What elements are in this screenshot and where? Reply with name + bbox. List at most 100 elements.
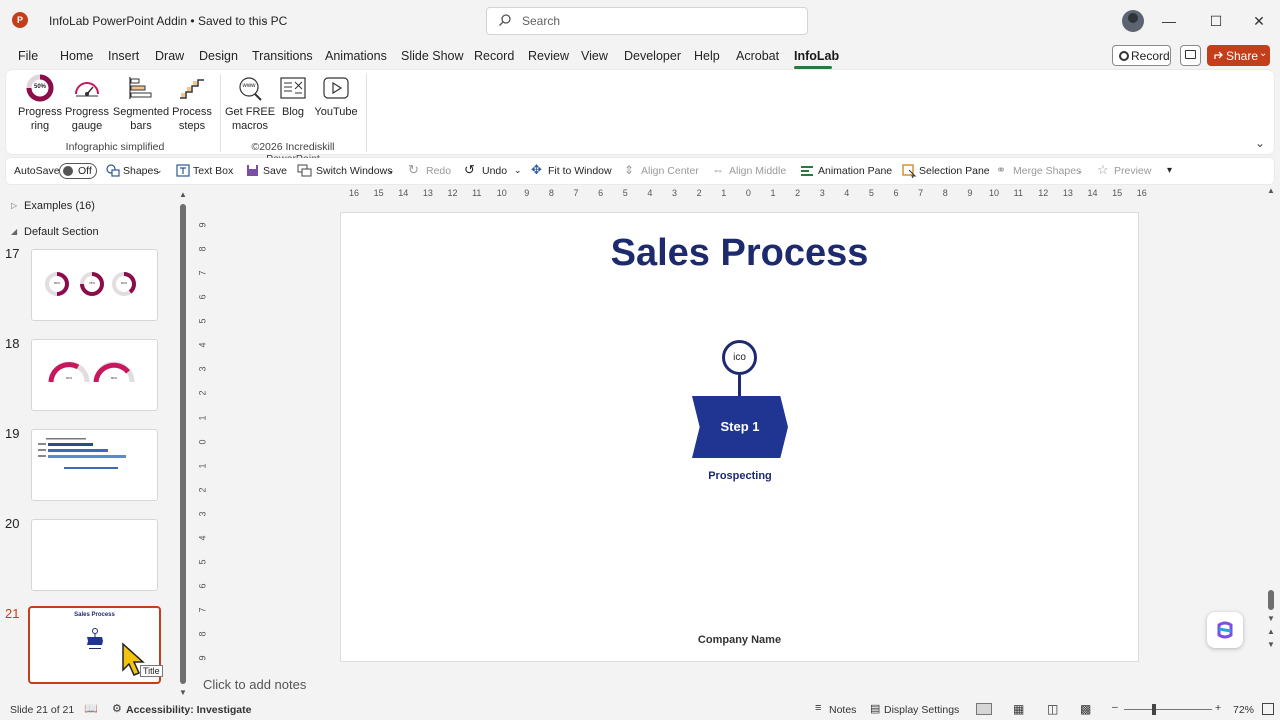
ribbon-collapse-chevron-icon[interactable]: ⌄	[1255, 136, 1265, 150]
step-icon-placeholder[interactable]: ico	[722, 340, 757, 375]
merge-shapes-chevron-icon[interactable]: ⌄	[1076, 165, 1084, 176]
canvas-scrollbar[interactable]	[1268, 590, 1274, 610]
step-description[interactable]: Prospecting	[680, 470, 800, 482]
tab-animations[interactable]: Animations	[325, 49, 387, 63]
zoom-out-icon[interactable]: –	[1112, 701, 1118, 713]
scroll-down-icon[interactable]: ▼	[179, 688, 187, 697]
thumbnail-scrollbar[interactable]	[180, 204, 186, 684]
tab-review[interactable]: Review	[528, 49, 569, 63]
scroll-up-icon[interactable]: ▲	[179, 190, 187, 199]
animation-pane-button[interactable]: Animation Pane	[818, 165, 892, 177]
canvas-scroll-up-icon[interactable]: ▲	[1267, 186, 1275, 195]
tab-home[interactable]: Home	[60, 49, 93, 63]
tab-design[interactable]: Design	[199, 49, 238, 63]
gauge-icon[interactable]	[73, 76, 101, 98]
undo-chevron-icon[interactable]: ⌄	[514, 165, 522, 176]
minimize-button[interactable]: —	[1160, 12, 1178, 30]
accessibility-status[interactable]: Accessibility: Investigate	[126, 704, 251, 716]
text-box-button[interactable]: Text Box	[193, 165, 233, 177]
notes-button[interactable]: Notes	[829, 704, 856, 716]
selection-pane-button[interactable]: Selection Pane	[919, 165, 990, 177]
tab-view[interactable]: View	[581, 49, 608, 63]
ruler-tick-label: 5	[868, 188, 874, 198]
youtube-button[interactable]: YouTube	[312, 105, 360, 119]
tab-infolab[interactable]: InfoLab	[794, 49, 839, 63]
ruler-tick-label: 14	[1087, 188, 1098, 198]
thumbnail-number: 19	[5, 426, 20, 441]
document-title[interactable]: InfoLab PowerPoint Addin • Saved to this…	[49, 14, 287, 28]
normal-view-icon[interactable]	[976, 703, 992, 715]
process-steps-button[interactable]: Process steps	[168, 105, 216, 133]
save-button[interactable]: Save	[263, 165, 287, 177]
maximize-button[interactable]: ☐	[1207, 12, 1225, 30]
get-free-macros-button[interactable]: Get FREE macros	[224, 105, 276, 133]
tab-slide-show[interactable]: Slide Show	[401, 49, 464, 63]
process-steps-icon[interactable]	[178, 76, 206, 100]
zoom-slider-thumb[interactable]	[1152, 704, 1156, 715]
merge-shapes-button[interactable]: Merge Shapes	[1013, 165, 1081, 177]
tab-file[interactable]: File	[18, 49, 38, 63]
ruler-tick-label: 15	[373, 188, 384, 198]
tab-developer[interactable]: Developer	[624, 49, 681, 63]
canvas-scroll-down-icon[interactable]: ▼ ▲ ▼	[1267, 612, 1275, 651]
slide-thumbnail-20[interactable]	[31, 519, 158, 591]
youtube-icon[interactable]	[323, 77, 349, 99]
segmented-bars-button[interactable]: Segmented bars	[112, 105, 170, 133]
thumbnail-number: 20	[5, 516, 20, 531]
thumbnail-gauge-label: 80%	[110, 376, 117, 380]
shapes-button[interactable]: Shapes	[123, 165, 159, 177]
search-icon	[499, 14, 511, 26]
share-chevron-icon[interactable]: ⌄	[1259, 48, 1267, 59]
spelling-icon[interactable]: 📖	[84, 702, 98, 715]
undo-button[interactable]: Undo	[482, 165, 507, 177]
align-center-button[interactable]: Align Center	[641, 165, 699, 177]
fit-to-window-button[interactable]: Fit to Window	[548, 165, 612, 177]
customize-toolbar-icon[interactable]: ▾	[1167, 165, 1172, 176]
slide-counter[interactable]: Slide 21 of 21	[10, 704, 74, 716]
tab-record[interactable]: Record	[474, 49, 514, 63]
redo-button[interactable]: Redo	[426, 165, 451, 177]
align-middle-button[interactable]: Align Middle	[729, 165, 786, 177]
slideshow-icon[interactable]: ▩	[1080, 702, 1091, 716]
ruler-tick-label: 5	[197, 559, 208, 565]
company-name[interactable]: Company Name	[340, 634, 1139, 646]
display-settings-button[interactable]: Display Settings	[884, 704, 959, 716]
progress-gauge-button[interactable]: Progress gauge	[62, 105, 112, 133]
section-expand-icon[interactable]: ▷	[11, 201, 17, 210]
tab-insert[interactable]: Insert	[108, 49, 139, 63]
tab-help[interactable]: Help	[694, 49, 720, 63]
reading-view-icon[interactable]: ◫	[1047, 702, 1058, 716]
preview-button[interactable]: Preview	[1114, 165, 1151, 177]
ruler-tick-label: 8	[548, 188, 554, 198]
notes-placeholder[interactable]: Click to add notes	[203, 677, 306, 692]
close-button[interactable]: ✕	[1250, 12, 1268, 30]
tab-acrobat[interactable]: Acrobat	[736, 49, 779, 63]
blog-button[interactable]: Blog	[276, 105, 310, 119]
blog-icon[interactable]	[280, 77, 306, 99]
tab-transitions[interactable]: Transitions	[252, 49, 313, 63]
search-input[interactable]: Search	[522, 14, 560, 28]
record-icon	[1119, 51, 1129, 61]
zoom-in-icon[interactable]: +	[1215, 702, 1221, 714]
ruler-tick-label: 11	[1013, 188, 1023, 198]
section-examples[interactable]: Examples (16)	[24, 200, 95, 212]
tab-draw[interactable]: Draw	[155, 49, 184, 63]
switch-windows-chevron-icon[interactable]: ⌄	[387, 165, 395, 176]
switch-windows-button[interactable]: Switch Windows	[316, 165, 392, 177]
step-label[interactable]: Step 1	[692, 419, 788, 434]
section-default[interactable]: Default Section	[24, 226, 99, 238]
zoom-level[interactable]: 72%	[1233, 704, 1254, 716]
slide-title[interactable]: Sales Process	[340, 232, 1139, 275]
segmented-bars-icon[interactable]	[128, 76, 154, 100]
progress-ring-button[interactable]: Progress ring	[15, 105, 65, 133]
avatar[interactable]	[1122, 10, 1144, 32]
ruler-tick-label: 1	[197, 414, 208, 421]
fit-slide-icon[interactable]	[1262, 703, 1274, 715]
www-icon[interactable]	[236, 76, 264, 102]
ruler-tick-label: 4	[197, 342, 208, 348]
shapes-chevron-icon[interactable]: ⌄	[155, 165, 163, 176]
slide-sorter-icon[interactable]: ▦	[1013, 702, 1024, 716]
section-collapse-icon[interactable]: ◢	[11, 227, 17, 236]
zoom-slider[interactable]	[1124, 709, 1212, 710]
chevron-down-icon[interactable]: ⌄	[260, 13, 269, 26]
